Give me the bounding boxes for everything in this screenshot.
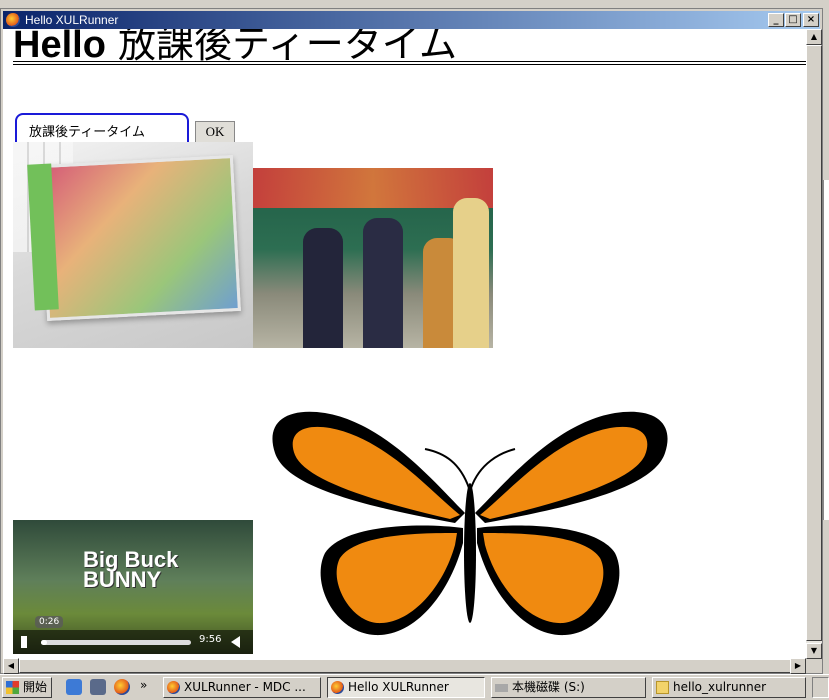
band-poster-image — [253, 168, 493, 348]
video-duration: 9:56 — [199, 634, 222, 645]
task-xulrunner-mdc[interactable]: XULRunner - MDC ... — [163, 677, 321, 698]
more-quicklaunch-button[interactable]: » — [140, 678, 147, 692]
figure-1-shape — [303, 228, 343, 348]
horizontal-scrollbar[interactable]: ◀ ▶ — [3, 658, 806, 674]
cd-case-shape — [39, 155, 241, 321]
task-label: Hello XULRunner — [348, 680, 449, 694]
ie-icon[interactable] — [66, 679, 82, 695]
windows-logo-icon — [6, 681, 19, 694]
page-title: Hello 放課後ティータイム — [13, 29, 457, 68]
minimize-button[interactable]: _ — [768, 13, 784, 27]
volume-icon[interactable] — [231, 636, 240, 648]
scroll-down-button[interactable]: ▼ — [806, 643, 822, 659]
vertical-scrollbar[interactable]: ▲ ▼ — [806, 29, 822, 659]
desktop-background — [0, 0, 829, 8]
figure-2-shape — [363, 218, 403, 348]
firefox-icon — [331, 681, 344, 694]
show-desktop-icon[interactable] — [90, 679, 106, 695]
app-window: Hello XULRunner _ □ × Hello 放課後ティータイム 放課… — [0, 8, 823, 674]
firefox-icon — [167, 681, 180, 694]
background-window-content — [823, 180, 829, 520]
scroll-right-button[interactable]: ▶ — [790, 658, 806, 674]
scroll-left-button[interactable]: ◀ — [3, 658, 19, 674]
window-title: Hello XULRunner — [25, 13, 119, 27]
scroll-up-button[interactable]: ▲ — [806, 29, 822, 45]
folder-icon — [656, 681, 669, 694]
figure-3-shape — [453, 198, 489, 348]
video-player[interactable]: Big Buck BUNNY 0:26 9:56 — [13, 520, 253, 654]
task-hello-xulrunner-folder[interactable]: hello_xulrunner — [652, 677, 806, 698]
ok-button[interactable]: OK — [195, 121, 235, 143]
start-label: 開始 — [23, 680, 48, 694]
maximize-button[interactable]: □ — [785, 13, 801, 27]
video-seek-bar[interactable] — [41, 640, 191, 645]
video-title: Big Buck BUNNY — [83, 549, 178, 592]
vertical-scroll-thumb[interactable] — [806, 45, 822, 641]
butterfly-body — [464, 483, 476, 623]
heading-rule — [13, 61, 806, 62]
butterfly-right-wings — [475, 411, 668, 636]
butterfly-left-wings — [272, 411, 465, 636]
disk-icon — [495, 684, 508, 692]
task-label: XULRunner - MDC ... — [184, 680, 306, 694]
start-button[interactable]: 開始 — [2, 677, 52, 698]
taskbar: 開始 » XULRunner - MDC ... Hello XULRunner… — [0, 674, 829, 700]
title-bar[interactable]: Hello XULRunner _ □ × — [3, 11, 820, 29]
task-local-disk[interactable]: 本機磁碟 (S:) — [491, 677, 646, 698]
video-title-line2: BUNNY — [83, 567, 162, 592]
butterfly-image — [272, 411, 668, 636]
task-label: 本機磁碟 (S:) — [512, 680, 585, 694]
video-seek-fill — [41, 640, 47, 645]
horizontal-scroll-thumb[interactable] — [19, 659, 791, 673]
task-hello-xulrunner[interactable]: Hello XULRunner — [327, 677, 485, 698]
heading-rule-2 — [13, 64, 806, 65]
pause-icon[interactable] — [21, 636, 27, 648]
video-controls: 9:56 — [13, 630, 253, 654]
butterfly-antennae — [424, 448, 516, 489]
task-label: hello_xulrunner — [673, 680, 767, 694]
firefox-icon — [6, 13, 20, 27]
video-current-time: 0:26 — [35, 616, 64, 628]
cd-photo-image — [13, 142, 253, 348]
system-tray — [812, 677, 829, 698]
close-button[interactable]: × — [803, 13, 819, 27]
firefox-quicklaunch-icon[interactable] — [114, 679, 130, 695]
page-content: Hello 放課後ティータイム 放課後ティータイム OK Big Buck BUN… — [3, 29, 806, 659]
